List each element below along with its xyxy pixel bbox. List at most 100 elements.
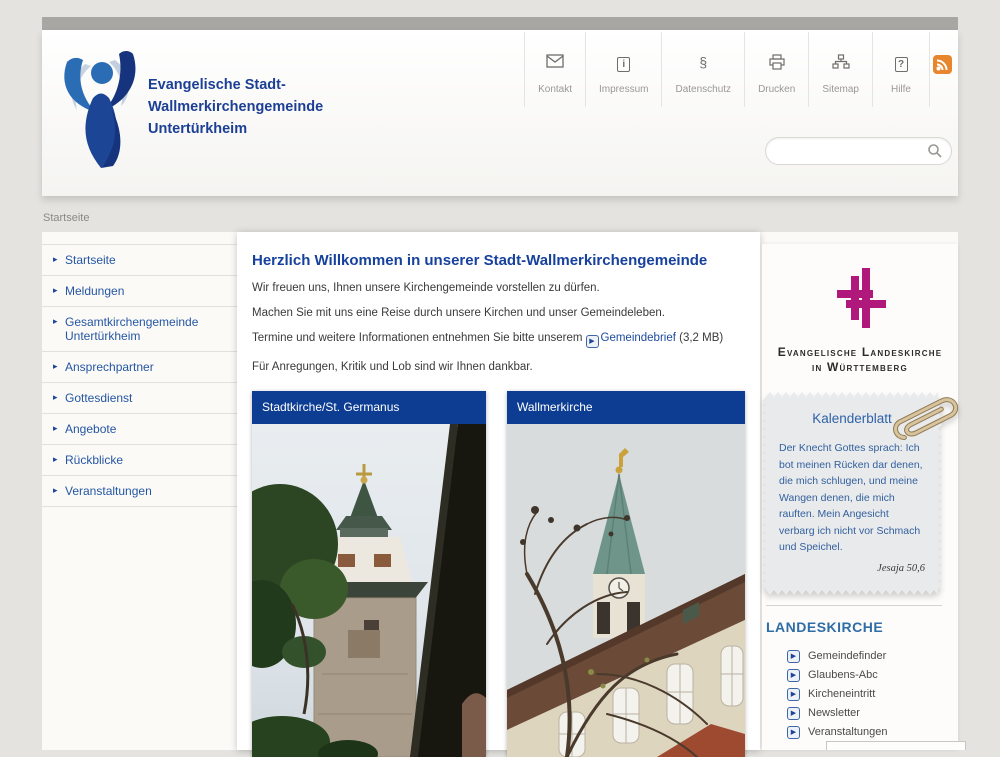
- landeskirche-cross-icon: [832, 266, 888, 332]
- zigzag-edge-bottom: [766, 590, 938, 595]
- sidebar-item-label: Rückblicke: [65, 453, 123, 467]
- nav-kontakt[interactable]: Kontakt: [524, 32, 585, 107]
- wallmerkirche-photo: [507, 424, 745, 757]
- sidebar-item-label: Gottesdienst: [65, 391, 132, 405]
- play-link-icon: ▶: [787, 726, 800, 739]
- gemeindebrief-paragraph: Termine und weitere Informationen entneh…: [252, 332, 745, 348]
- stadtkirche-photo: [252, 424, 486, 757]
- sidebar-item-label: Veranstaltungen: [65, 484, 152, 498]
- play-link-icon: ▶: [787, 669, 800, 682]
- intro-paragraph-2: Machen Sie mit uns eine Reise durch unse…: [252, 307, 745, 319]
- arrow-right-icon: ▸: [53, 314, 58, 328]
- right-sidebar: Evangelische Landeskirche in Württemberg: [762, 244, 958, 750]
- play-link-icon: ▶: [787, 688, 800, 701]
- sidebar-item-gottesdienst[interactable]: ▸ Gottesdienst: [42, 383, 237, 414]
- page: Evangelische Stadt- Wallmerkirchengemein…: [0, 0, 1000, 750]
- arrow-right-icon: ▸: [53, 452, 58, 466]
- sitemap-icon: [822, 54, 859, 74]
- zigzag-edge-left: [762, 397, 766, 590]
- sidebar-item-ansprechpartner[interactable]: ▸ Ansprechpartner: [42, 352, 237, 383]
- arrow-right-icon: ▸: [53, 252, 58, 266]
- link-gemeindefinder[interactable]: ▶Gemeindefinder: [784, 650, 958, 663]
- main-content: Herzlich Willkommen in unserer Stadt-Wal…: [237, 232, 760, 750]
- arrow-right-icon: ▸: [53, 421, 58, 435]
- nav-kontakt-label: Kontakt: [538, 84, 572, 95]
- sidebar-item-startseite[interactable]: ▸ Startseite: [42, 245, 237, 276]
- closing-paragraph: Für Anregungen, Kritik und Lob sind wir …: [252, 361, 745, 373]
- sidebar-item-label: Gesamtkirchengemeinde Untertürkheim: [65, 315, 198, 343]
- gemeindebrief-link[interactable]: Gemeindebrief: [601, 332, 676, 344]
- arrow-right-icon: ▸: [53, 483, 58, 497]
- nav-hilfe[interactable]: ? Hilfe: [872, 32, 930, 107]
- sidebar-item-label: Meldungen: [65, 284, 124, 298]
- landeskirche-heading: LANDESKIRCHE: [766, 619, 958, 635]
- nav-drucken[interactable]: Drucken: [744, 32, 808, 107]
- link-label: Glaubens-Abc: [808, 669, 878, 681]
- site-title-line1: Evangelische Stadt-: [148, 74, 358, 96]
- stadtkirche-caption: Stadtkirche/St. Germanus: [252, 391, 486, 424]
- arrow-right-icon: ▸: [53, 359, 58, 373]
- utility-nav: Kontakt i Impressum § Datenschutz Drucke…: [524, 32, 930, 107]
- photo-row: Stadtkirche/St. Germanus: [252, 391, 745, 757]
- link-kircheneintritt[interactable]: ▶ Kircheneintritt: [784, 688, 958, 701]
- search-input[interactable]: [765, 137, 952, 165]
- partial-widget: [826, 741, 966, 750]
- sidebar-item-rueckblicke[interactable]: ▸ Rückblicke: [42, 445, 237, 476]
- page-title: Herzlich Willkommen in unserer Stadt-Wal…: [252, 252, 745, 269]
- gemeindebrief-size: (3,2 MB): [679, 332, 723, 344]
- sidebar-item-gesamtkirchengemeinde[interactable]: ▸ Gesamtkirchengemeinde Untertürkheim: [42, 307, 237, 352]
- link-label: Kircheneintritt: [808, 688, 875, 700]
- landeskirche-logo-line2: in Württemberg: [762, 360, 958, 375]
- search-icon[interactable]: [927, 143, 943, 159]
- landeskirche-logo[interactable]: Evangelische Landeskirche in Württemberg: [762, 244, 958, 375]
- top-strip: [42, 17, 958, 30]
- play-link-icon: ▶: [787, 650, 800, 663]
- sidebar-item-label: Angebote: [65, 422, 116, 436]
- kalenderblatt-widget: Kalenderblatt Der Knecht Gottes sprach: …: [766, 397, 938, 590]
- link-glaubens-abc[interactable]: ▶ Glaubens-Abc: [784, 669, 958, 682]
- landeskirche-logo-text: Evangelische Landeskirche in Württemberg: [762, 345, 958, 375]
- sidebar-item-meldungen[interactable]: ▸ Meldungen: [42, 276, 237, 307]
- gemeindebrief-prefix: Termine und weitere Informationen entneh…: [252, 332, 583, 344]
- site-title-line3: Untertürkheim: [148, 118, 358, 140]
- rss-icon[interactable]: [933, 55, 952, 74]
- sidebar-menu: ▸ Startseite ▸ Meldungen ▸ Gesamtkirchengem…: [42, 244, 237, 507]
- nav-hilfe-label: Hilfe: [891, 84, 911, 95]
- landeskirche-links: ▶Gemeindefinder ▶ Glaubens-Abc ▶ Kirchenei…: [784, 650, 958, 739]
- nav-sitemap[interactable]: Sitemap: [808, 32, 872, 107]
- paperclip-icon: [884, 388, 985, 458]
- divider: [766, 605, 942, 606]
- mail-icon: [538, 54, 572, 74]
- nav-impressum-label: Impressum: [599, 84, 648, 95]
- link-newsletter[interactable]: ▶ Newsletter: [784, 707, 958, 720]
- play-link-icon: ▶: [586, 335, 599, 348]
- breadcrumb: Startseite: [43, 212, 89, 224]
- nav-datenschutz[interactable]: § Datenschutz: [661, 32, 744, 107]
- sidebar-item-label: Startseite: [65, 253, 116, 267]
- landeskirche-logo-line1: Evangelische Landeskirche: [762, 345, 958, 360]
- sidebar-item-angebote[interactable]: ▸ Angebote: [42, 414, 237, 445]
- info-icon: i: [599, 54, 648, 74]
- link-label: Newsletter: [808, 707, 860, 719]
- kalenderblatt-verse: Der Knecht Gottes sprach: Ich bot meinen…: [779, 440, 925, 556]
- arrow-right-icon: ▸: [53, 283, 58, 297]
- nav-impressum[interactable]: i Impressum: [585, 32, 661, 107]
- arrow-right-icon: ▸: [53, 390, 58, 404]
- search-box: [765, 137, 952, 165]
- site-title[interactable]: Evangelische Stadt- Wallmerkirchengemein…: [148, 74, 358, 140]
- intro-paragraph-1: Wir freuen uns, Ihnen unsere Kirchengeme…: [252, 282, 745, 294]
- wallmerkirche-caption: Wallmerkirche: [507, 391, 745, 424]
- help-icon: ?: [886, 54, 916, 74]
- nav-drucken-label: Drucken: [758, 84, 795, 95]
- wallmerkirche-card: Wallmerkirche: [507, 391, 745, 757]
- stadtkirche-card: Stadtkirche/St. Germanus: [252, 391, 486, 757]
- site-header: Evangelische Stadt- Wallmerkirchengemein…: [42, 30, 958, 196]
- play-link-icon: ▶: [787, 707, 800, 720]
- kalenderblatt-source: Jesaja 50,6: [779, 563, 925, 574]
- link-veranstaltungen[interactable]: ▶Veranstaltungen: [784, 726, 958, 739]
- nav-sitemap-label: Sitemap: [822, 84, 859, 95]
- sidebar-item-veranstaltungen[interactable]: ▸ Veranstaltungen: [42, 476, 237, 507]
- sidebar-item-label: Ansprechpartner: [65, 360, 154, 374]
- zigzag-edge-top: [766, 392, 938, 397]
- parish-logo[interactable]: [55, 46, 147, 170]
